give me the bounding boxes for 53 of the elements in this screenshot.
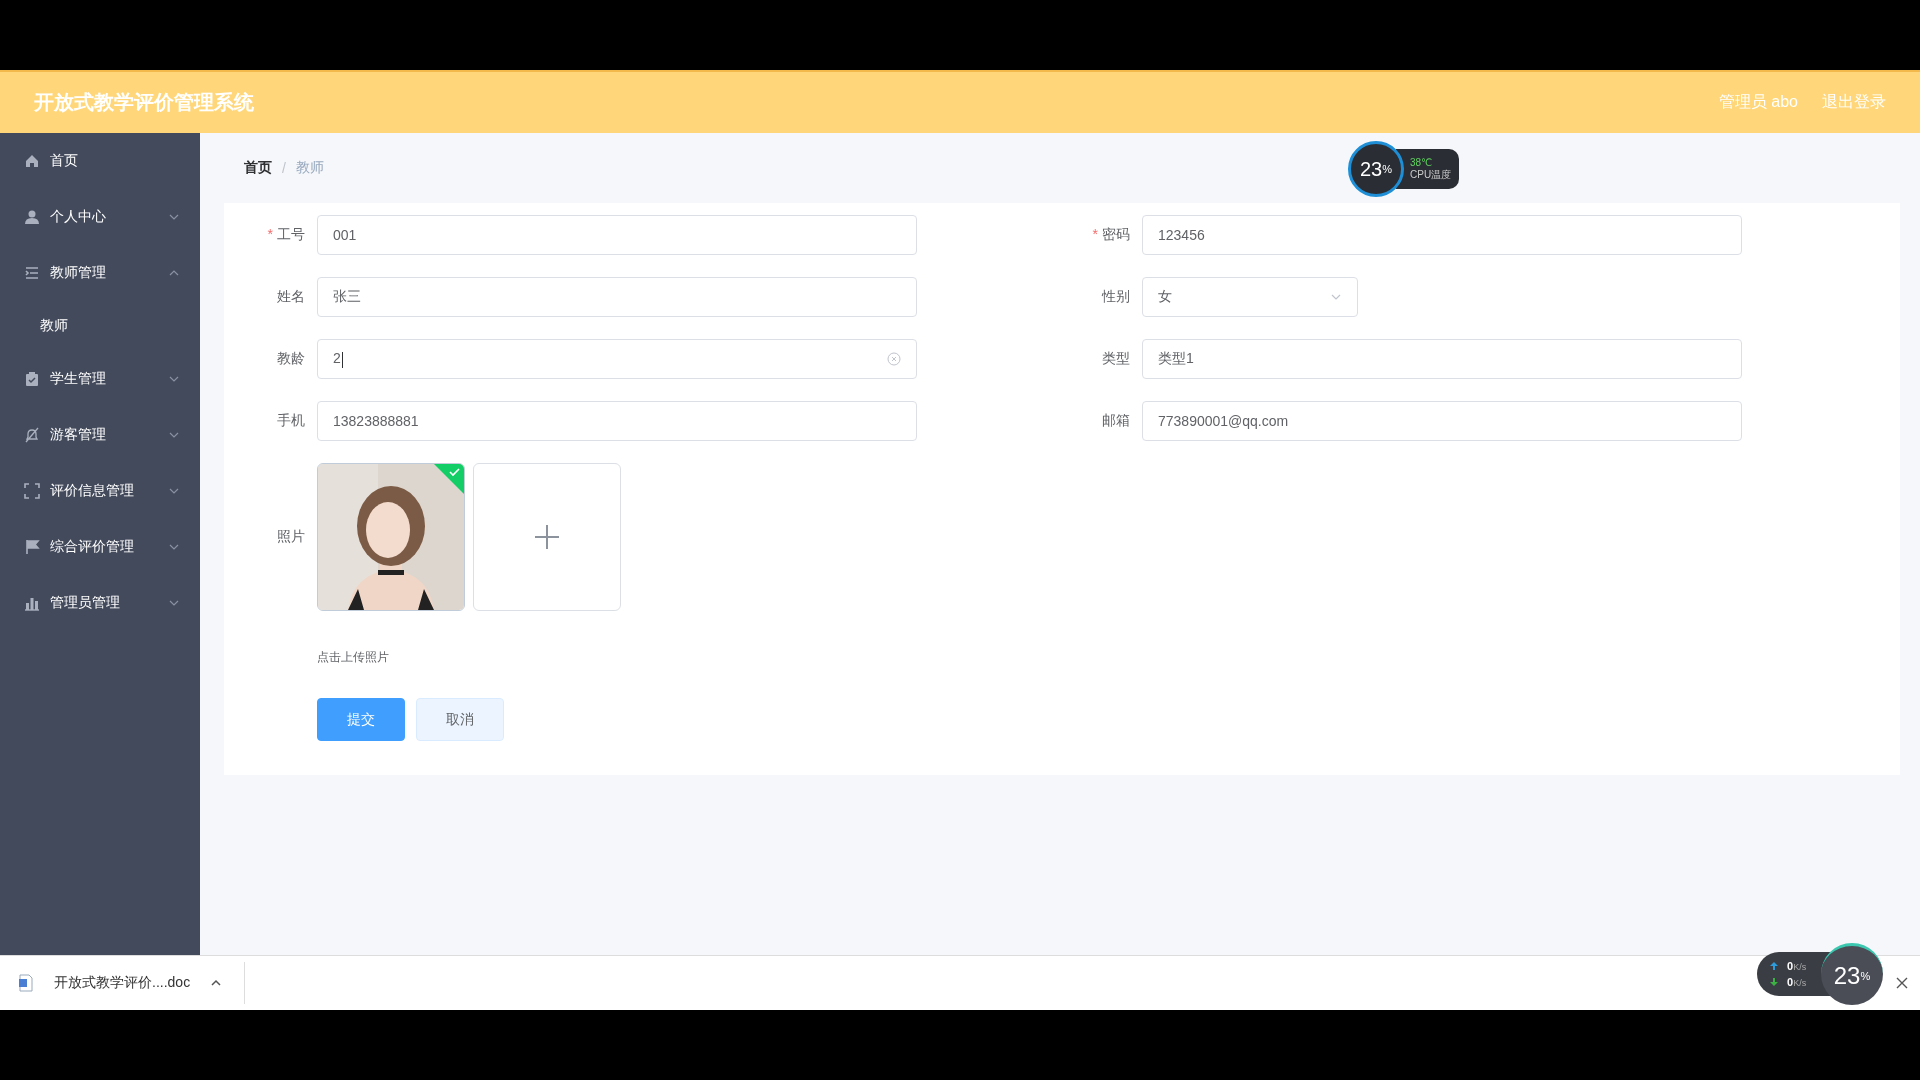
document-icon <box>18 974 34 992</box>
input-field[interactable]: 2 <box>317 339 917 379</box>
field-label: * 密码 <box>1091 226 1131 244</box>
sidebar-item[interactable]: 游客管理 <box>0 407 200 463</box>
sidebar-item[interactable]: 教师管理 <box>0 245 200 301</box>
close-icon[interactable] <box>1896 977 1908 989</box>
input-field[interactable]: 123456 <box>1142 215 1742 255</box>
required-mark: * <box>267 226 273 242</box>
field-label: 教龄 <box>276 350 306 368</box>
field-label: 性别 <box>1100 288 1131 306</box>
sidebar-item[interactable]: 首页 <box>0 133 200 189</box>
upload-speed: 0K/s <box>1787 960 1807 972</box>
temperature-value: 38℃ <box>1410 156 1434 168</box>
select-field[interactable]: 女 <box>1142 277 1358 317</box>
sidebar-item[interactable]: 学生管理 <box>0 351 200 407</box>
field-label: 姓名 <box>276 288 306 306</box>
list-icon <box>24 265 40 281</box>
plus-icon <box>533 523 561 551</box>
download-speed: 0K/s <box>1787 976 1807 988</box>
sidebar-item[interactable]: 管理员管理 <box>0 575 200 631</box>
input-field[interactable]: 773890001@qq.com <box>1142 401 1742 441</box>
sidebar-subitem[interactable]: 教师 <box>0 301 200 351</box>
user-icon <box>24 209 40 225</box>
upload-hint: 点击上传照片 <box>317 649 389 666</box>
cancel-button[interactable]: 取消 <box>416 698 504 741</box>
input-field[interactable]: 13823888881 <box>317 401 917 441</box>
input-field[interactable]: 类型1 <box>1142 339 1742 379</box>
breadcrumb-item[interactable]: 首页 <box>244 159 272 177</box>
scan-icon <box>24 483 40 499</box>
sidebar-item[interactable]: 评价信息管理 <box>0 463 200 519</box>
clipboard-icon <box>24 371 40 387</box>
temperature-label: CPU温度 <box>1410 167 1452 182</box>
bar-chart-icon <box>24 595 40 611</box>
field-label: 类型 <box>1101 350 1131 368</box>
flag-icon <box>24 539 40 555</box>
input-field[interactable]: 张三 <box>317 277 917 317</box>
breadcrumb-item: 教师 <box>295 159 324 177</box>
field-label: 手机 <box>276 412 306 430</box>
input-field[interactable]: 001 <box>317 215 917 255</box>
field-label: 照片 <box>276 528 306 546</box>
down-arrow-icon <box>1769 977 1779 987</box>
field-label: 邮箱 <box>1101 412 1131 430</box>
bell-off-icon <box>24 427 40 443</box>
up-arrow-icon <box>1769 961 1779 971</box>
download-file-name[interactable]: 开放式教学评价....doc <box>54 974 191 992</box>
user-name: 管理员 abo <box>1718 92 1798 112</box>
required-mark: * <box>1092 226 1098 242</box>
sidebar-item[interactable]: 综合评价管理 <box>0 519 200 575</box>
sidebar-item[interactable]: 个人中心 <box>0 189 200 245</box>
home-icon <box>24 153 40 169</box>
app-title: 开放式教学评价管理系统 <box>34 90 255 115</box>
breadcrumb-separator: / <box>282 160 286 176</box>
field-label: * 工号 <box>266 226 306 244</box>
